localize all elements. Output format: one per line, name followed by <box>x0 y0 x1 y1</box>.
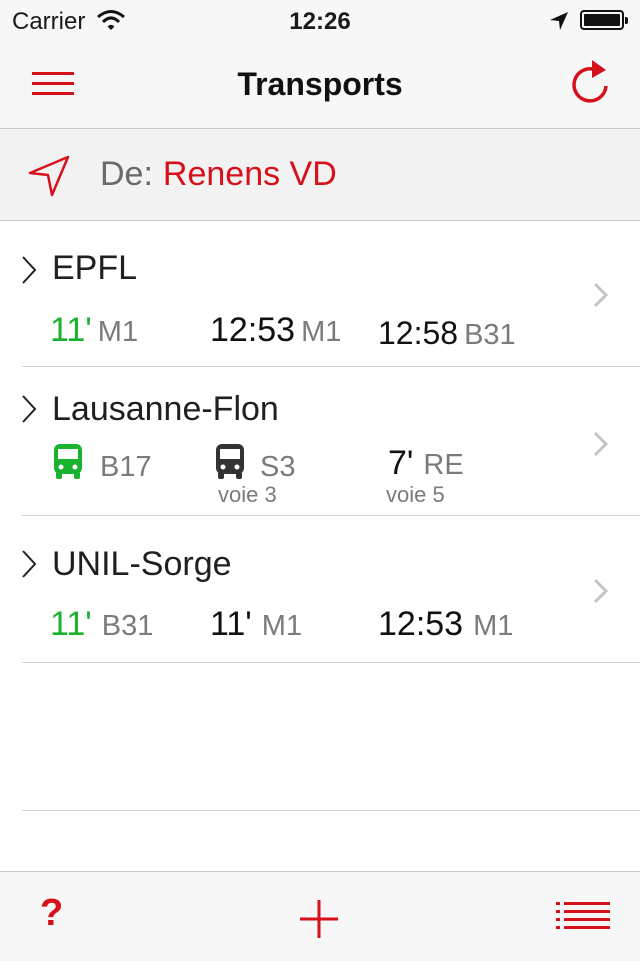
origin-value[interactable]: Renens VD <box>163 155 337 193</box>
departure-time: 12:58 <box>378 315 459 351</box>
platform-label: voie 5 <box>386 482 445 507</box>
status-bar: Carrier 12:26 <box>0 0 640 40</box>
departure-time: 12:53 <box>210 311 296 349</box>
row-divider <box>22 366 640 367</box>
row-divider <box>22 515 640 516</box>
plus-icon[interactable] <box>298 898 340 945</box>
battery-icon <box>580 10 628 30</box>
line-label: B31 <box>101 610 154 642</box>
departure-time: 7' <box>388 444 414 482</box>
departure-time: 12:53 <box>378 605 464 643</box>
list-item[interactable]: EPFL 11' M1 12:53 M1 12:58 B31 <box>0 221 640 367</box>
empty-list-item <box>0 664 640 811</box>
list-icon[interactable] <box>556 900 612 941</box>
bus-icon-green <box>52 442 84 485</box>
departure: 11' B31 <box>50 605 153 644</box>
chevron-right-icon[interactable] <box>592 281 610 314</box>
line-label: M1 <box>97 316 139 348</box>
departure-time: 11' <box>50 605 92 643</box>
row-divider <box>22 810 640 811</box>
help-button[interactable]: ? <box>40 892 63 935</box>
expand-arrow-icon[interactable] <box>20 255 38 290</box>
line-label: M1 <box>261 610 303 642</box>
origin-label: De: Renens VD <box>100 155 337 194</box>
list-item[interactable]: Lausanne-Flon B17 S3 voie 3 7' RE voie 5 <box>0 368 640 516</box>
departure: 12:58 B31 <box>378 315 516 352</box>
list-item[interactable]: UNIL-Sorge 11' B31 11' M1 12:53 M1 <box>0 517 640 663</box>
line-label: RE <box>423 449 464 481</box>
location-arrow-icon[interactable] <box>26 153 72 204</box>
chevron-right-icon[interactable] <box>592 430 610 463</box>
origin-prefix: De: <box>100 155 153 193</box>
chevron-right-icon[interactable] <box>592 577 610 610</box>
departure: S3 <box>214 442 295 485</box>
line-label: M1 <box>473 610 514 642</box>
navigation-bar: Transports <box>0 40 640 129</box>
departure-time: 11' <box>210 605 252 643</box>
origin-bar[interactable]: De: Renens VD <box>0 129 640 221</box>
departure: 7' RE <box>388 444 464 483</box>
departure: 11' M1 <box>50 311 138 350</box>
departure: 11' M1 <box>210 605 302 644</box>
bottom-toolbar: ? <box>0 871 640 961</box>
destination-name: EPFL <box>52 249 138 287</box>
row-divider <box>22 662 640 663</box>
bus-icon-dark <box>214 442 246 485</box>
refresh-icon[interactable] <box>566 58 614 108</box>
platform-label: voie 3 <box>218 482 277 507</box>
status-time: 12:26 <box>289 8 351 35</box>
location-arrow-icon <box>548 10 570 37</box>
departure-time: 11' <box>50 311 92 349</box>
page-title: Transports <box>237 66 403 102</box>
expand-arrow-icon[interactable] <box>20 394 38 429</box>
departure: 12:53 M1 <box>210 311 341 350</box>
line-label: B17 <box>100 451 152 483</box>
departure: B17 <box>52 442 152 485</box>
line-label: M1 <box>301 316 342 348</box>
line-label: B31 <box>464 319 516 351</box>
destination-name: Lausanne-Flon <box>52 390 279 428</box>
line-label: S3 <box>260 451 296 483</box>
destination-name: UNIL-Sorge <box>52 545 232 583</box>
departure: 12:53 M1 <box>378 605 513 644</box>
expand-arrow-icon[interactable] <box>20 549 38 584</box>
